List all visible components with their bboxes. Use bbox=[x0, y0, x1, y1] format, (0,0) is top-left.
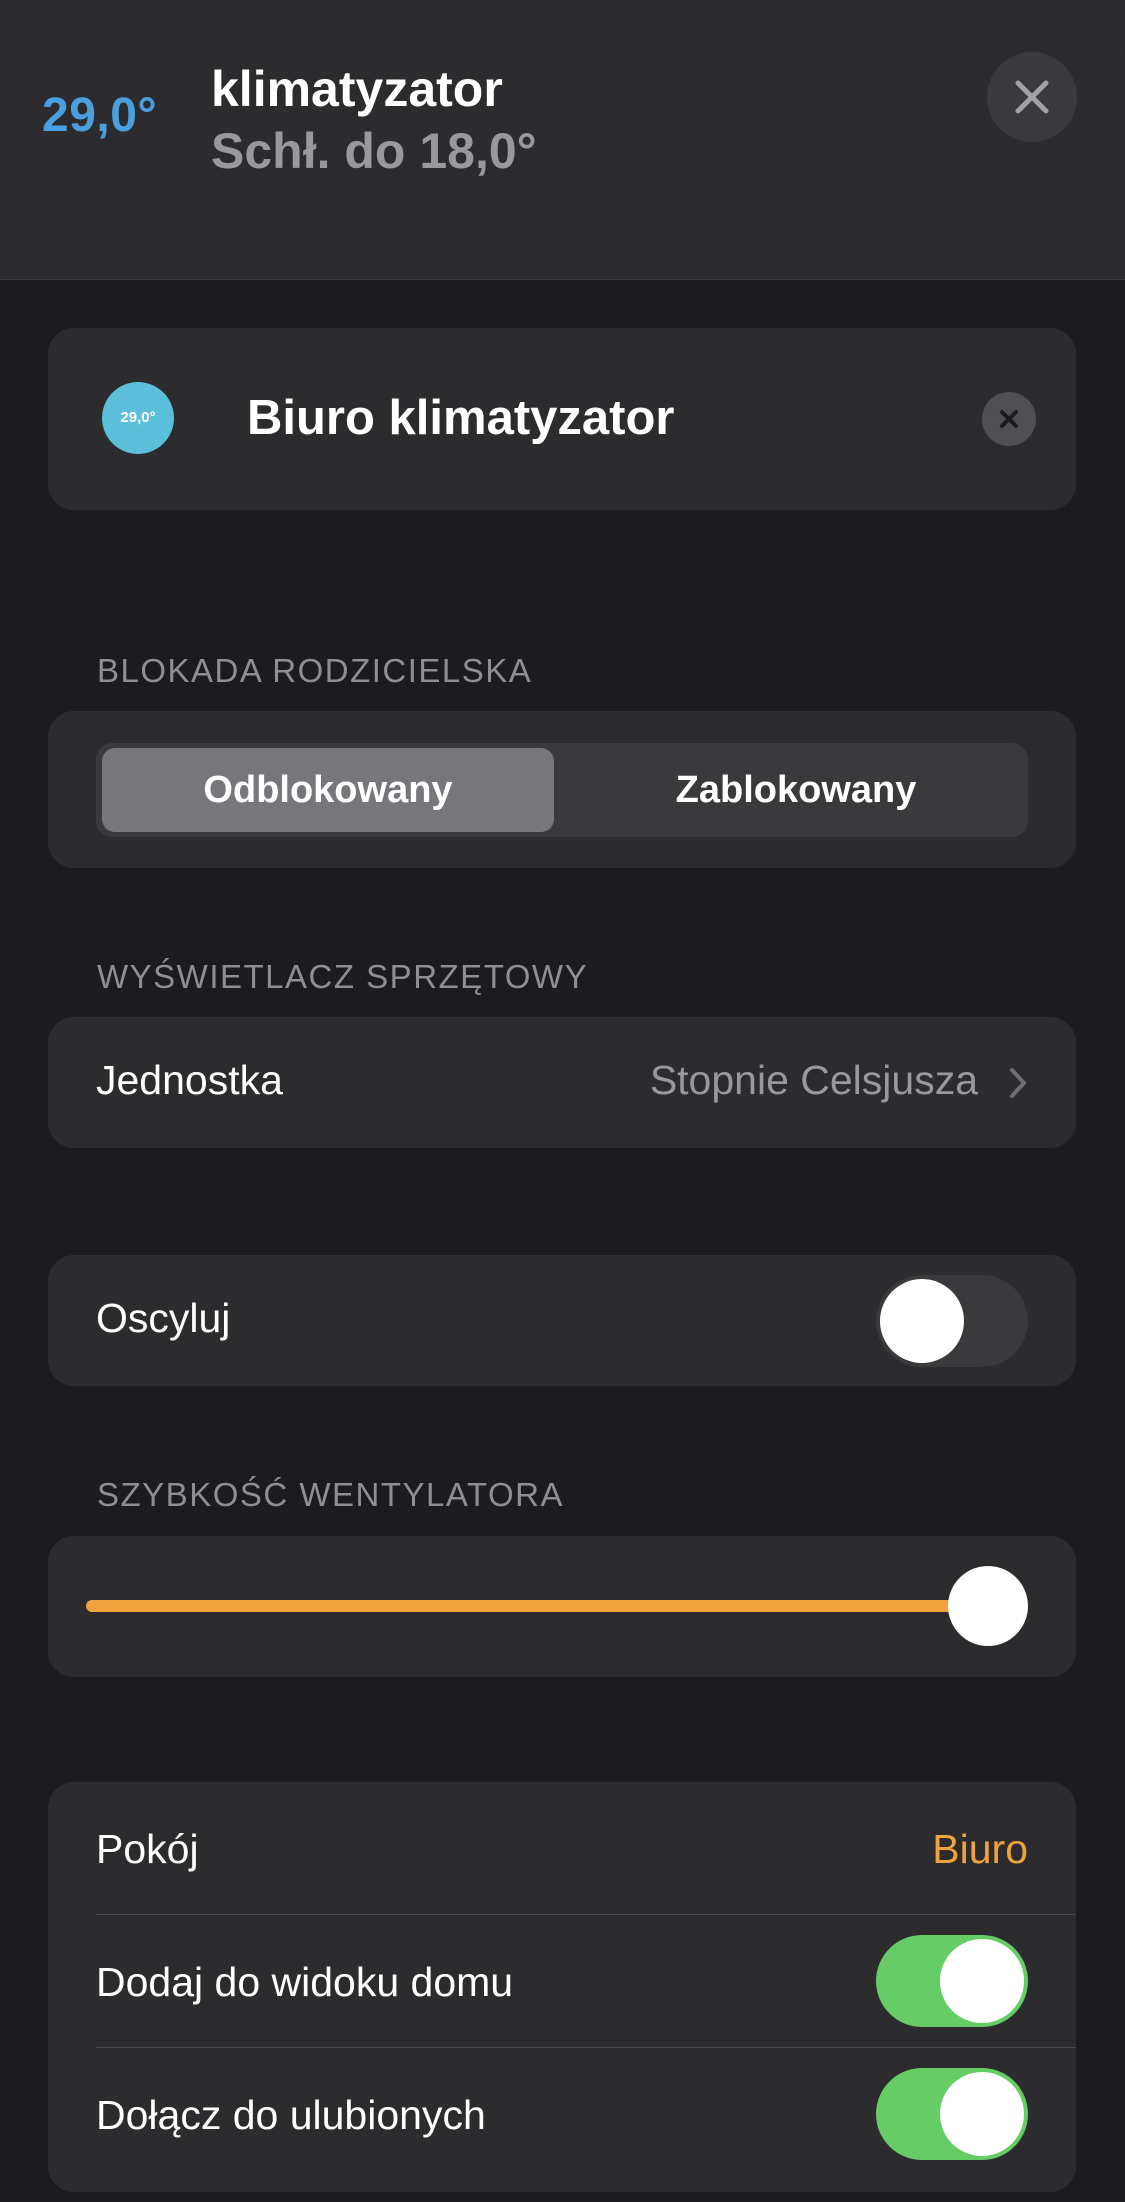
page: 29,0° klimatyzator Schł. do 18,0° 29,0° … bbox=[0, 0, 1125, 2202]
parental-lock-section-label: BLOKADA RODZICIELSKA bbox=[97, 652, 533, 689]
fan-speed-slider-thumb[interactable] bbox=[948, 1566, 1028, 1646]
hardware-display-section-label: WYŚWIETLACZ SPRZĘTOWY bbox=[97, 958, 589, 995]
chevron-right-icon bbox=[1010, 1068, 1026, 1098]
home-view-row: Dodaj do widoku domu bbox=[48, 1915, 1076, 2047]
close-icon bbox=[1015, 80, 1049, 114]
fan-speed-slider-fill bbox=[86, 1600, 988, 1612]
current-temperature: 29,0° bbox=[42, 89, 158, 142]
unit-label: Jednostka bbox=[96, 1057, 283, 1103]
remove-device-button[interactable] bbox=[982, 392, 1036, 446]
accessory-status: Schł. do 18,0° bbox=[211, 123, 537, 179]
home-view-toggle[interactable] bbox=[876, 1935, 1028, 2027]
room-label: Pokój bbox=[96, 1826, 199, 1872]
device-detail-sheet: 29,0° klimatyzator Schł. do 18,0° 29,0° … bbox=[0, 14, 1125, 2202]
oscillate-toggle[interactable] bbox=[876, 1275, 1028, 1367]
toggle-knob bbox=[880, 1279, 964, 1363]
favorites-label: Dołącz do ulubionych bbox=[96, 2092, 486, 2138]
unit-value: Stopnie Celsjusza bbox=[649, 1057, 978, 1103]
close-button[interactable] bbox=[987, 52, 1077, 142]
toggle-knob bbox=[940, 2072, 1024, 2156]
oscillate-row: Oscyluj bbox=[48, 1255, 1076, 1386]
parental-lock-segmented-control: Odblokowany Zablokowany bbox=[96, 743, 1028, 837]
favorites-row: Dołącz do ulubionych bbox=[48, 2048, 1076, 2180]
segment-unlocked[interactable]: Odblokowany bbox=[102, 748, 554, 832]
thermostat-icon: 29,0° bbox=[102, 382, 174, 454]
fan-speed-section-label: SZYBKOŚĆ WENTYLATORA bbox=[97, 1476, 565, 1513]
favorites-toggle[interactable] bbox=[876, 2068, 1028, 2160]
home-view-label: Dodaj do widoku domu bbox=[96, 1959, 514, 2005]
fan-speed-card bbox=[48, 1536, 1076, 1677]
device-card[interactable]: 29,0° Biuro klimatyzator bbox=[48, 328, 1076, 510]
sheet-header: 29,0° klimatyzator Schł. do 18,0° bbox=[0, 14, 1125, 280]
toggle-knob bbox=[940, 1939, 1024, 2023]
fan-speed-slider[interactable] bbox=[86, 1566, 1028, 1646]
accessory-settings-card: Pokój Biuro Dodaj do widoku domu Dołącz … bbox=[48, 1782, 1076, 2192]
unit-row[interactable]: Jednostka Stopnie Celsjusza bbox=[48, 1017, 1076, 1148]
parental-lock-card: Odblokowany Zablokowany bbox=[48, 711, 1076, 868]
segment-locked[interactable]: Zablokowany bbox=[570, 748, 1022, 832]
room-row[interactable]: Pokój Biuro bbox=[48, 1782, 1076, 1914]
oscillate-label: Oscyluj bbox=[96, 1295, 231, 1341]
accessory-title: klimatyzator bbox=[211, 61, 503, 117]
device-name: Biuro klimatyzator bbox=[247, 391, 675, 445]
remove-icon bbox=[1000, 410, 1018, 428]
room-value: Biuro bbox=[932, 1826, 1028, 1872]
